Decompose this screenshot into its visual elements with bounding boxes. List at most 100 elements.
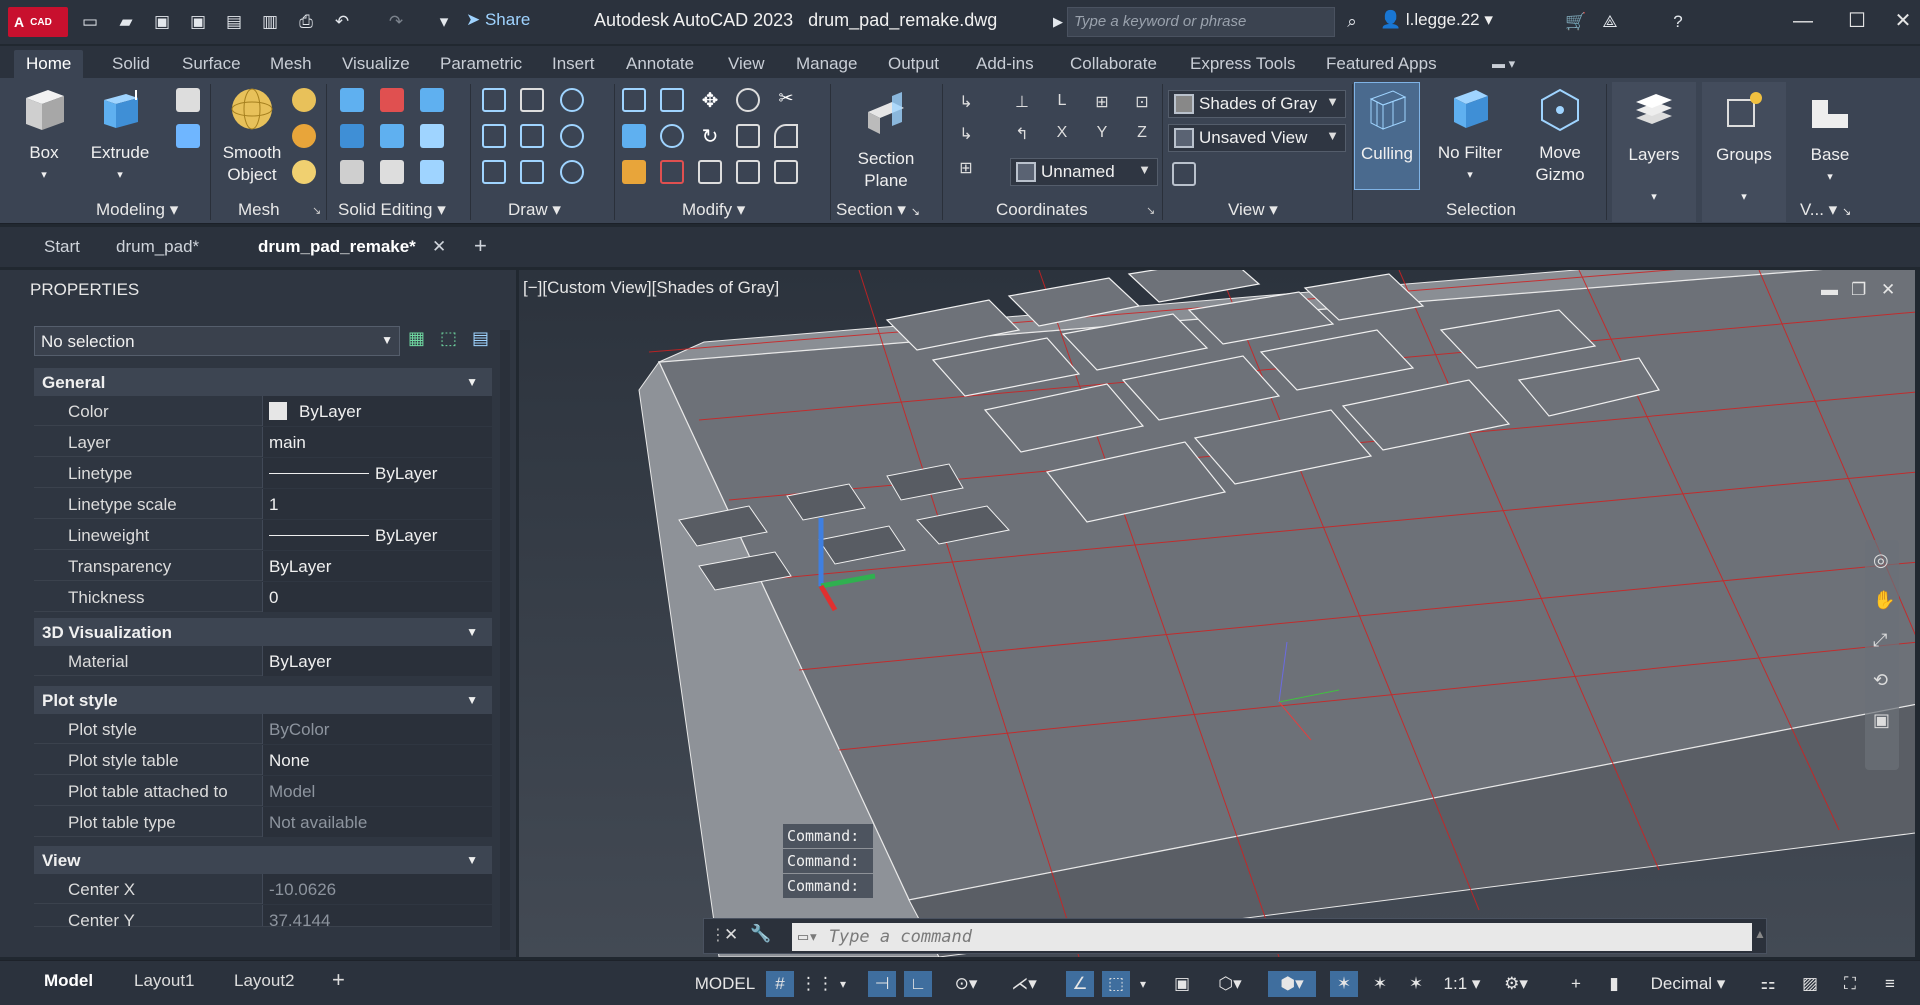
tab-insert[interactable]: Insert xyxy=(540,50,607,78)
mirror-icon[interactable] xyxy=(622,88,646,112)
section-plot-style[interactable]: Plot style ▼ xyxy=(34,686,492,714)
panel-view-short[interactable]: V... ▾ ↘ xyxy=(1800,200,1851,220)
annotation-monitor-icon[interactable]: + xyxy=(1562,971,1590,997)
toggle-pickadd-icon[interactable]: ▦ xyxy=(408,328,425,349)
box-button[interactable]: Box ▾ xyxy=(14,86,74,186)
interfere-icon[interactable] xyxy=(340,160,364,184)
command-customize-icon[interactable]: 🔧 xyxy=(750,924,771,944)
annotation-scale-icon[interactable]: ✶ xyxy=(1402,971,1430,997)
snap-dropdown-icon[interactable]: ▾ xyxy=(834,971,852,997)
panel-selection[interactable]: Selection xyxy=(1446,200,1516,220)
units-icon[interactable]: ▮ xyxy=(1600,971,1628,997)
spline-icon[interactable] xyxy=(482,124,506,148)
infer-constraints-icon[interactable]: ⊣ xyxy=(868,971,896,997)
annotation-scale-dropdown[interactable]: 1:1 ▾ xyxy=(1440,971,1484,997)
save-as-icon[interactable]: ▣ xyxy=(186,10,210,34)
select-objects-icon[interactable]: ⬚ xyxy=(440,328,457,349)
viewport-config-icon[interactable] xyxy=(1172,162,1196,186)
tab-annotate[interactable]: Annotate xyxy=(614,50,706,78)
ucs-icon-properties-icon[interactable]: ⊞ xyxy=(954,158,978,182)
tab-parametric[interactable]: Parametric xyxy=(428,50,534,78)
model-space-button[interactable]: MODEL xyxy=(690,971,760,997)
showmotion-icon[interactable]: ▣ xyxy=(1873,710,1890,731)
panel-solid-editing[interactable]: Solid Editing ▾ xyxy=(338,200,446,220)
prop-color[interactable]: Color ByLayer xyxy=(34,396,492,426)
groups-button[interactable]: Groups ▾ xyxy=(1702,82,1786,222)
undo-icon[interactable]: ↶ xyxy=(330,10,354,34)
redo-icon[interactable]: ↷ xyxy=(384,10,408,34)
panel-coordinates[interactable]: Coordinates xyxy=(996,200,1088,220)
tab-manage[interactable]: Manage xyxy=(784,50,869,78)
customize-qat-icon[interactable]: ▾ xyxy=(432,10,456,34)
copy-icon[interactable] xyxy=(736,124,760,148)
smooth-mesh-icon[interactable] xyxy=(176,124,200,148)
ucs-object-icon[interactable]: ⊡ xyxy=(1130,92,1154,116)
erase-icon[interactable] xyxy=(622,160,646,184)
viewport-minimize-icon[interactable]: ▬ xyxy=(1821,280,1838,300)
tab-featured-apps[interactable]: Featured Apps xyxy=(1314,50,1449,78)
grid-icon[interactable]: # xyxy=(766,971,794,997)
navigation-bar[interactable] xyxy=(1865,540,1899,770)
presspull-icon[interactable] xyxy=(176,88,200,112)
panel-section[interactable]: Section ▾ ↘ xyxy=(836,200,920,220)
polyline-icon[interactable] xyxy=(482,88,506,112)
ucs-z-icon[interactable]: Z xyxy=(1130,124,1154,148)
fillet-edge-icon[interactable] xyxy=(622,124,646,148)
subtract-icon[interactable] xyxy=(380,88,404,112)
plot-icon[interactable]: ⎙ xyxy=(294,10,318,34)
no-filter-button[interactable]: No Filter ▾ xyxy=(1430,86,1510,186)
viewport-controls-label[interactable]: [−][Custom View][Shades of Gray] xyxy=(523,278,779,298)
pan-icon[interactable]: ✋ xyxy=(1873,590,1895,611)
orbit-icon[interactable]: ⟲ xyxy=(1873,670,1888,691)
rect-array-icon[interactable] xyxy=(774,160,798,184)
intersect-icon[interactable] xyxy=(340,124,364,148)
new-file-icon[interactable]: ▭ xyxy=(78,10,102,34)
separate-icon[interactable] xyxy=(420,160,444,184)
thicken-icon[interactable] xyxy=(380,160,404,184)
prop-center-y[interactable]: Center Y 37.4144 xyxy=(34,905,492,927)
offset-icon[interactable] xyxy=(736,160,760,184)
auto-scale-icon[interactable]: ✶ xyxy=(1366,971,1394,997)
open-file-icon[interactable]: ▰ xyxy=(114,10,138,34)
layers-button[interactable]: Layers ▾ xyxy=(1612,82,1696,222)
tab-output[interactable]: Output xyxy=(876,50,951,78)
properties-scrollbar[interactable] xyxy=(500,330,510,950)
search-icon[interactable]: ⌕ xyxy=(1340,10,1364,34)
tab-visualize[interactable]: Visualize xyxy=(330,50,422,78)
ucs-named-icon[interactable]: ↳ xyxy=(954,124,978,148)
customization-icon[interactable]: ≡ xyxy=(1876,971,1904,997)
cart-icon[interactable]: 🛒 xyxy=(1564,10,1588,34)
fillet-icon[interactable] xyxy=(774,124,798,148)
trim-icon[interactable]: ✂ xyxy=(774,88,798,112)
prop-lineweight[interactable]: Lineweight ByLayer xyxy=(34,520,492,550)
autodesk-account-icon[interactable]: ⟁ xyxy=(1598,10,1622,34)
base-button[interactable]: Base ▾ xyxy=(1792,82,1868,188)
prop-center-x[interactable]: Center X -10.0626 xyxy=(34,874,492,904)
3d-align-icon[interactable] xyxy=(660,160,684,184)
minimize-icon[interactable]: — xyxy=(1786,8,1820,34)
tab-home[interactable]: Home xyxy=(14,50,84,78)
workspace-icon[interactable]: ⚙▾ xyxy=(1494,971,1538,997)
zoom-extents-icon[interactable]: ⤢ xyxy=(1873,630,1887,651)
slice-icon[interactable] xyxy=(380,124,404,148)
object-snap-tracking-icon[interactable]: ∠ xyxy=(1066,971,1094,997)
mesh-smooth-less-icon[interactable] xyxy=(292,124,316,148)
object-snap-dropdown-icon[interactable]: ▾ xyxy=(1134,971,1152,997)
close-tab-icon[interactable]: ✕ xyxy=(432,237,446,257)
user-account[interactable]: 👤 l.legge.22 ▾ xyxy=(1380,10,1493,30)
command-input[interactable]: ▭▾ Type a command xyxy=(792,923,1752,951)
ucs-named-dropdown[interactable]: Unnamed ▼ xyxy=(1010,158,1158,186)
tab-layout1[interactable]: Layout1 xyxy=(134,971,195,991)
tab-drum-pad-remake[interactable]: drum_pad_remake* xyxy=(258,237,416,257)
isodraft-icon[interactable]: ⋌▾ xyxy=(1000,971,1048,997)
tab-start[interactable]: Start xyxy=(44,237,80,257)
prop-material[interactable]: Material ByLayer xyxy=(34,646,492,676)
section-general[interactable]: General ▼ xyxy=(34,368,492,396)
prop-transparency[interactable]: Transparency ByLayer xyxy=(34,551,492,581)
visual-style-dropdown[interactable]: Shades of Gray ▼ xyxy=(1168,90,1346,118)
ribbon-minimize-icon[interactable]: ▬ ▾ xyxy=(1480,50,1527,78)
prop-linetype-scale[interactable]: Linetype scale 1 xyxy=(34,489,492,519)
ucs-icon[interactable]: ↳ xyxy=(954,92,978,116)
mesh-smooth-more-icon[interactable] xyxy=(292,88,316,112)
viewport-close-icon[interactable]: ✕ xyxy=(1881,280,1895,300)
